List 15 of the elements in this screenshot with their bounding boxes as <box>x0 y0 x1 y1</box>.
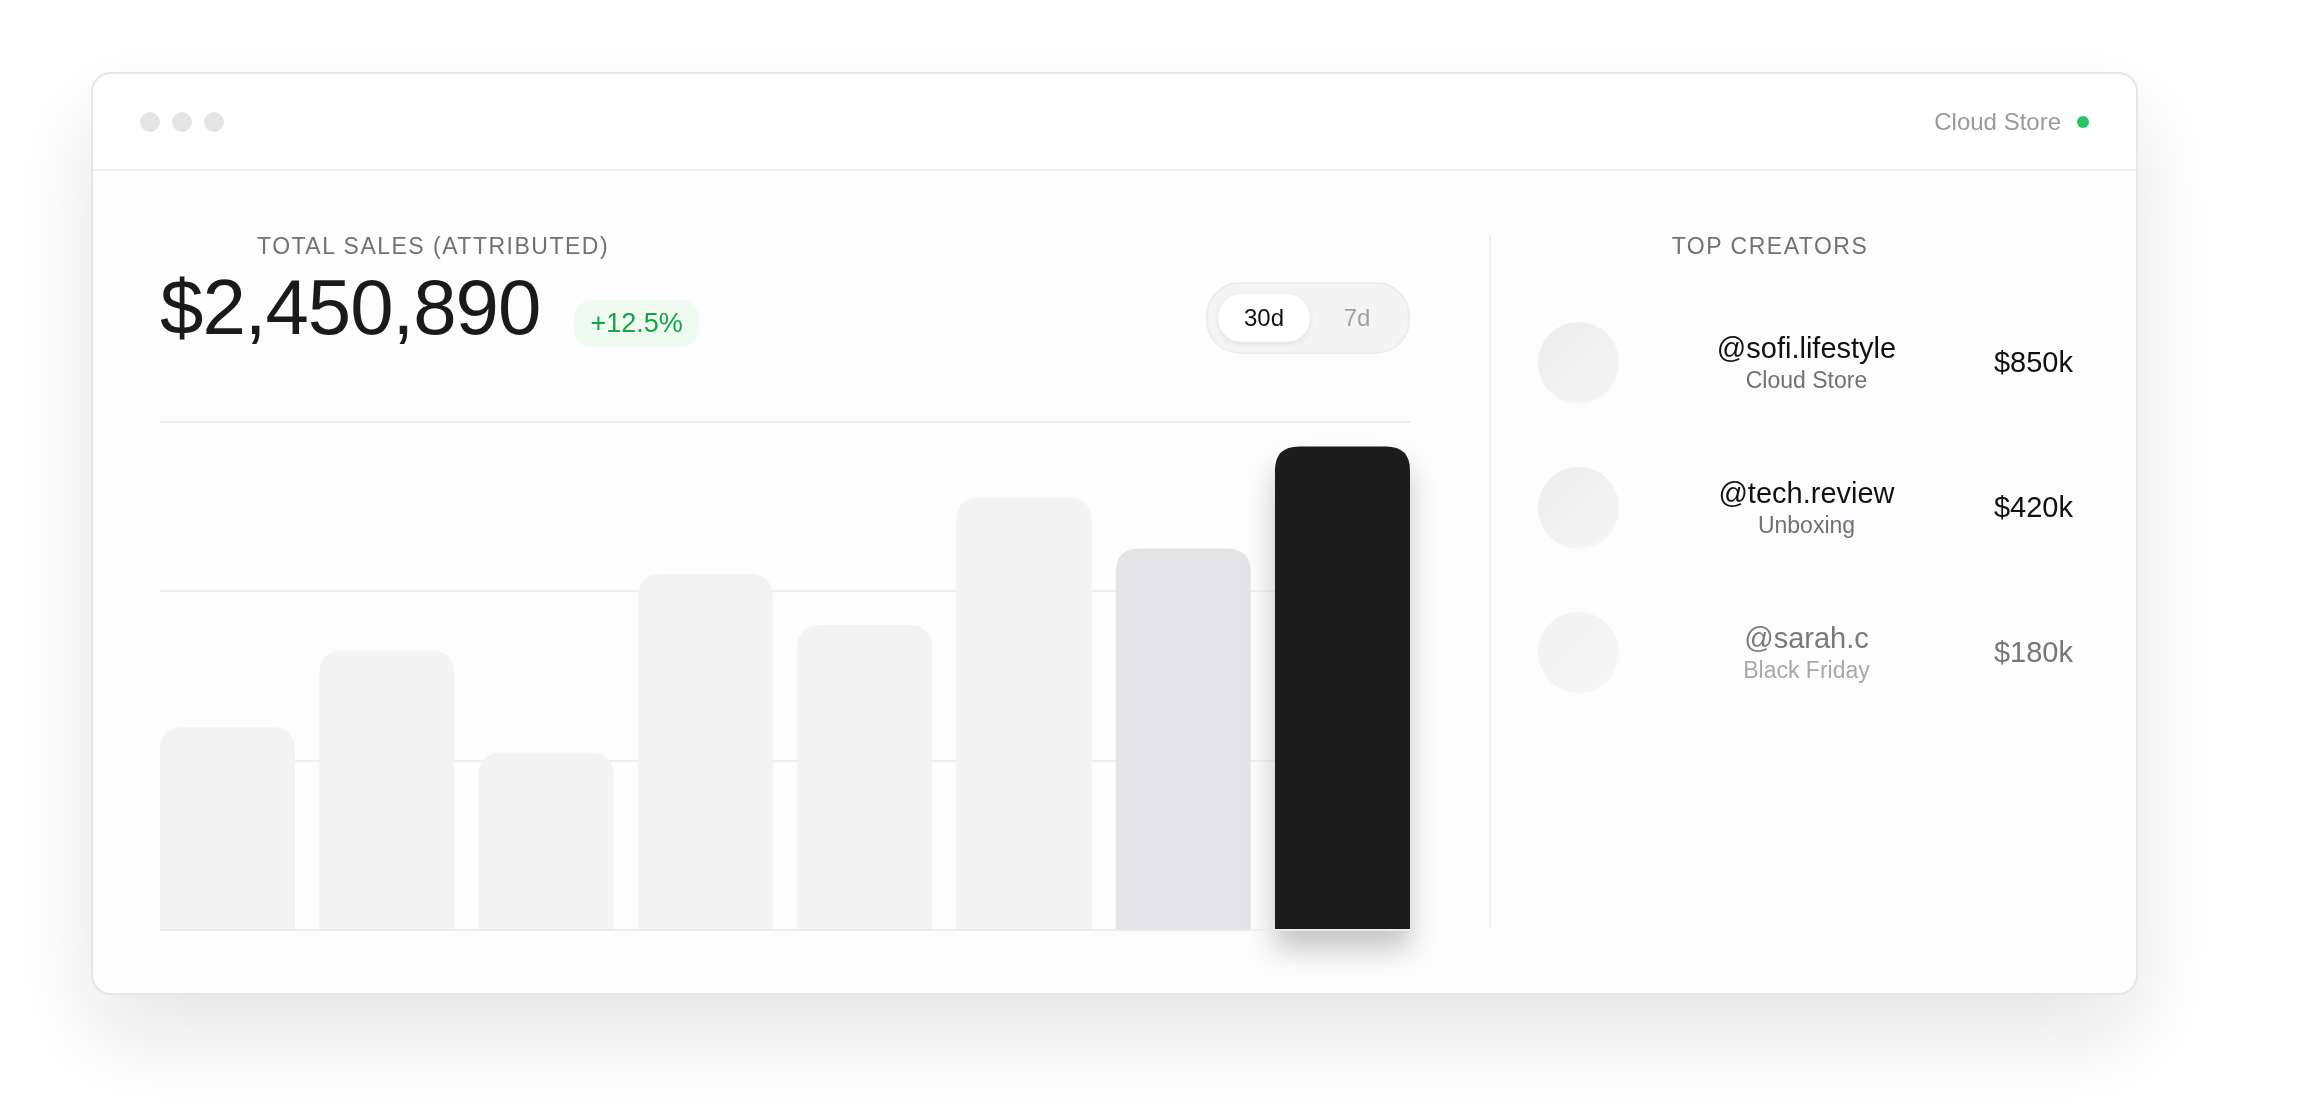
top-creators-title: TOP CREATORS <box>1671 235 1869 258</box>
range-tab[interactable]: 30d <box>1218 294 1310 342</box>
creator-handle: @tech.review <box>1718 475 1895 510</box>
creator-campaign: Black Friday <box>1743 655 1870 685</box>
sales-label: TOTAL SALES (ATTRIBUTED) <box>257 235 611 258</box>
creator-handle: @sarah.c <box>1744 620 1869 655</box>
change-badge: +12.5% <box>574 300 699 347</box>
creator-campaign: Cloud Store <box>1745 365 1868 395</box>
creator-handle: @sofi.lifestyle <box>1716 330 1897 365</box>
store-name: Cloud Store <box>1934 106 2061 137</box>
creator-amount: $420k <box>1994 489 2073 525</box>
creator-amount: $850k <box>1994 344 2073 380</box>
creator-campaign: Unboxing <box>1757 510 1856 540</box>
creator-amount: $180k <box>1994 634 2073 670</box>
total-sales: $2,450,890 <box>160 268 541 346</box>
